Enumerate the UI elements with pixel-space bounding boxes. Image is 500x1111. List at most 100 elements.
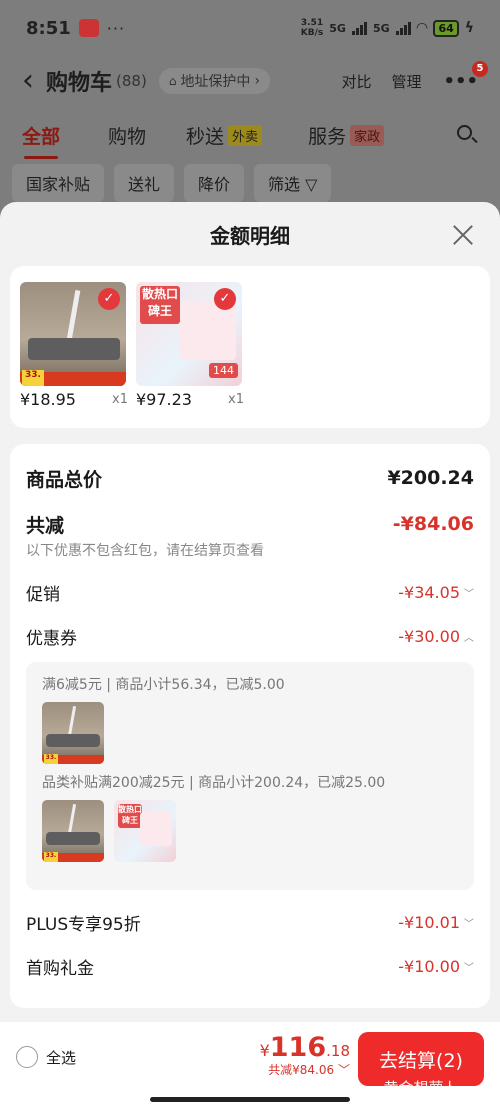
total-value: ¥200.24 xyxy=(387,467,474,489)
cart-item-count: (88) xyxy=(116,72,147,90)
coupon-detail-1: 满6减5元 | 商品小计56.34，已减5.00 xyxy=(42,677,285,693)
select-all-label: 全选 xyxy=(46,1048,77,1067)
mop-product-thumbnail: 33. xyxy=(42,800,104,862)
total-integer: 116 xyxy=(269,1032,327,1063)
promo-label: 促销 xyxy=(26,584,60,605)
coupon-value: -¥30.00 xyxy=(398,626,460,646)
network-speed-value: 3.51 xyxy=(300,18,324,28)
product-meta: ¥18.95 x1 xyxy=(20,390,128,409)
select-all-radio[interactable] xyxy=(16,1046,38,1068)
close-icon[interactable] xyxy=(452,224,474,246)
filter-price-drop[interactable]: 降价 xyxy=(184,164,245,202)
tab-service-label: 服务 xyxy=(308,125,347,148)
discount-row: 共减 -¥84.06 xyxy=(26,510,474,538)
tab-shopping[interactable]: 购物 xyxy=(108,122,146,149)
network-speed-unit: KB/s xyxy=(300,28,324,38)
pad-product-image: 散热口碑王 144 ✓ xyxy=(136,282,242,386)
products-card: 33. ✓ ¥18.95 x1 散热口碑王 144 ✓ ¥97.23 x1 xyxy=(10,266,490,428)
total-summary[interactable]: ¥116.18 共减¥84.06 ﹀ xyxy=(260,1032,350,1078)
pad-title-label: 散热口碑王 xyxy=(140,286,180,324)
product-price: ¥97.23 xyxy=(136,390,192,409)
checkmark-icon: ✓ xyxy=(98,288,120,310)
amount-details-sheet: 金额明细 33. ✓ ¥18.95 x1 散热口碑王 144 ✓ ¥97.23 … xyxy=(0,202,500,1022)
promo-tag: 33. xyxy=(44,852,58,862)
tab-service[interactable]: 服务 家政 xyxy=(308,122,385,149)
product-item[interactable]: 散热口碑王 144 ✓ ¥97.23 x1 xyxy=(136,282,244,412)
chevron-down-icon: ﹀ xyxy=(464,588,474,600)
checkout-sublabel: 黄金想萝卜 xyxy=(358,1077,484,1086)
plus-discount-row[interactable]: PLUS专享95折 -¥10.01 ﹀ xyxy=(26,900,474,944)
total-row: 商品总价 ¥200.24 xyxy=(26,460,474,496)
status-indicators: 3.51 KB/s 5G 5G ◠ 64 ϟ xyxy=(301,18,474,38)
chevron-down-icon: ﹀ xyxy=(464,918,474,930)
notification-badge: 5 xyxy=(472,60,488,77)
chevron-down-icon: ﹀ xyxy=(337,1063,350,1077)
pad-price-tag: 144 xyxy=(209,363,238,378)
filter-national-subsidy[interactable]: 国家补贴 xyxy=(12,164,105,202)
discount-note: 以下优惠不包含红包，请在结算页查看 xyxy=(26,543,264,559)
first-purchase-value: -¥10.00 xyxy=(398,956,460,976)
mop-product-image: 33. ✓ xyxy=(20,282,126,386)
price-detail-card: 商品总价 ¥200.24 共减 -¥84.06 以下优惠不包含红包，请在结算页查… xyxy=(10,444,490,1008)
discount-label: 共减 xyxy=(26,514,65,537)
app-notification-icon xyxy=(78,19,99,37)
coupon-row[interactable]: 优惠券 -¥30.00 ︿ xyxy=(26,614,474,658)
search-icon[interactable] xyxy=(456,124,478,146)
chevron-down-icon: ﹀ xyxy=(464,962,474,974)
promo-row[interactable]: 促销 -¥34.05 ﹀ xyxy=(26,570,474,614)
first-purchase-label: 首购礼金 xyxy=(26,958,94,979)
page-title: 购物车 xyxy=(46,71,113,96)
promo-tag: 33. xyxy=(44,754,58,764)
status-time: 8:51 xyxy=(26,17,71,39)
cart-tabs: 全部 购物 秒送 外卖 服务 家政 xyxy=(0,116,500,159)
promo-tag: 33. xyxy=(22,370,44,386)
truck-icon: ⌂ xyxy=(168,74,177,88)
product-quantity: x1 xyxy=(112,392,128,407)
signal-bars-icon xyxy=(351,21,367,35)
total-label: 商品总价 xyxy=(26,468,103,491)
tab-flash-delivery[interactable]: 秒送 外卖 xyxy=(186,122,263,149)
status-more-dots: ··· xyxy=(106,18,126,38)
charging-icon: ϟ xyxy=(464,20,474,36)
plus-discount-value: -¥10.01 xyxy=(398,912,460,932)
promo-value-wrap: -¥34.05 ﹀ xyxy=(398,583,474,602)
home-indicator[interactable] xyxy=(150,1097,350,1102)
pad-product-thumbnail: 散热口碑王 xyxy=(114,800,176,862)
filter-gift[interactable]: 送礼 xyxy=(114,164,175,202)
checkout-button[interactable]: 去结算(2) 黄金想萝卜 xyxy=(358,1032,484,1086)
manage-button[interactable]: 管理 xyxy=(391,71,421,92)
total-discount-line: 共减¥84.06 ﹀ xyxy=(260,1061,350,1078)
address-protection-pill[interactable]: ⌂ 地址保护中 › xyxy=(158,68,271,94)
first-purchase-row[interactable]: 首购礼金 -¥10.00 ﹀ xyxy=(26,944,474,988)
product-price: ¥18.95 xyxy=(20,390,76,409)
network-speed: 3.51 KB/s xyxy=(301,18,323,38)
product-quantity: x1 xyxy=(228,392,244,407)
promo-value: -¥34.05 xyxy=(398,582,460,602)
first-value-wrap: -¥10.00 ﹀ xyxy=(398,957,474,976)
address-protection-label: 地址保护中 xyxy=(180,74,251,90)
wifi-icon: ◠ xyxy=(416,20,428,36)
coupon-1-products: 33. xyxy=(42,702,458,764)
checkout-label: 去结算(2) xyxy=(379,1050,463,1072)
chevron-right-icon: › xyxy=(254,73,261,89)
status-bar: 8:51 ··· 3.51 KB/s 5G 5G ◠ 64 ϟ xyxy=(0,0,500,56)
chevron-up-icon: ︿ xyxy=(464,632,474,644)
total-decimal: .18 xyxy=(326,1042,350,1060)
more-menu-icon[interactable]: ••• 5 xyxy=(443,60,488,92)
coupon-value-wrap: -¥30.00 ︿ xyxy=(398,627,474,646)
plus-discount-label: PLUS专享95折 xyxy=(26,914,141,935)
filter-chips: 国家补贴 送礼 降价 筛选 ▽ xyxy=(12,164,332,202)
plus-value-wrap: -¥10.01 ﹀ xyxy=(398,913,474,932)
takeout-badge: 外卖 xyxy=(228,124,263,146)
filter-more[interactable]: 筛选 ▽ xyxy=(254,164,332,202)
product-item[interactable]: 33. ✓ ¥18.95 x1 xyxy=(20,282,128,412)
signal-5g-label-2: 5G xyxy=(372,21,390,35)
signal-5g-label-1: 5G xyxy=(329,21,346,35)
cart-header: ‹ 购物车 (88) ⌂ 地址保护中 › 对比 管理 ••• 5 xyxy=(0,58,500,104)
tab-all[interactable]: 全部 xyxy=(22,122,60,159)
sheet-title: 金额明细 xyxy=(210,223,290,248)
back-arrow-icon[interactable]: ‹ xyxy=(22,66,34,96)
select-all-toggle[interactable]: 全选 xyxy=(16,1046,76,1068)
coupon-details-box: 满6减5元 | 商品小计56.34，已减5.00 33. 品类补贴满200减25… xyxy=(26,662,474,890)
compare-button[interactable]: 对比 xyxy=(341,71,371,92)
